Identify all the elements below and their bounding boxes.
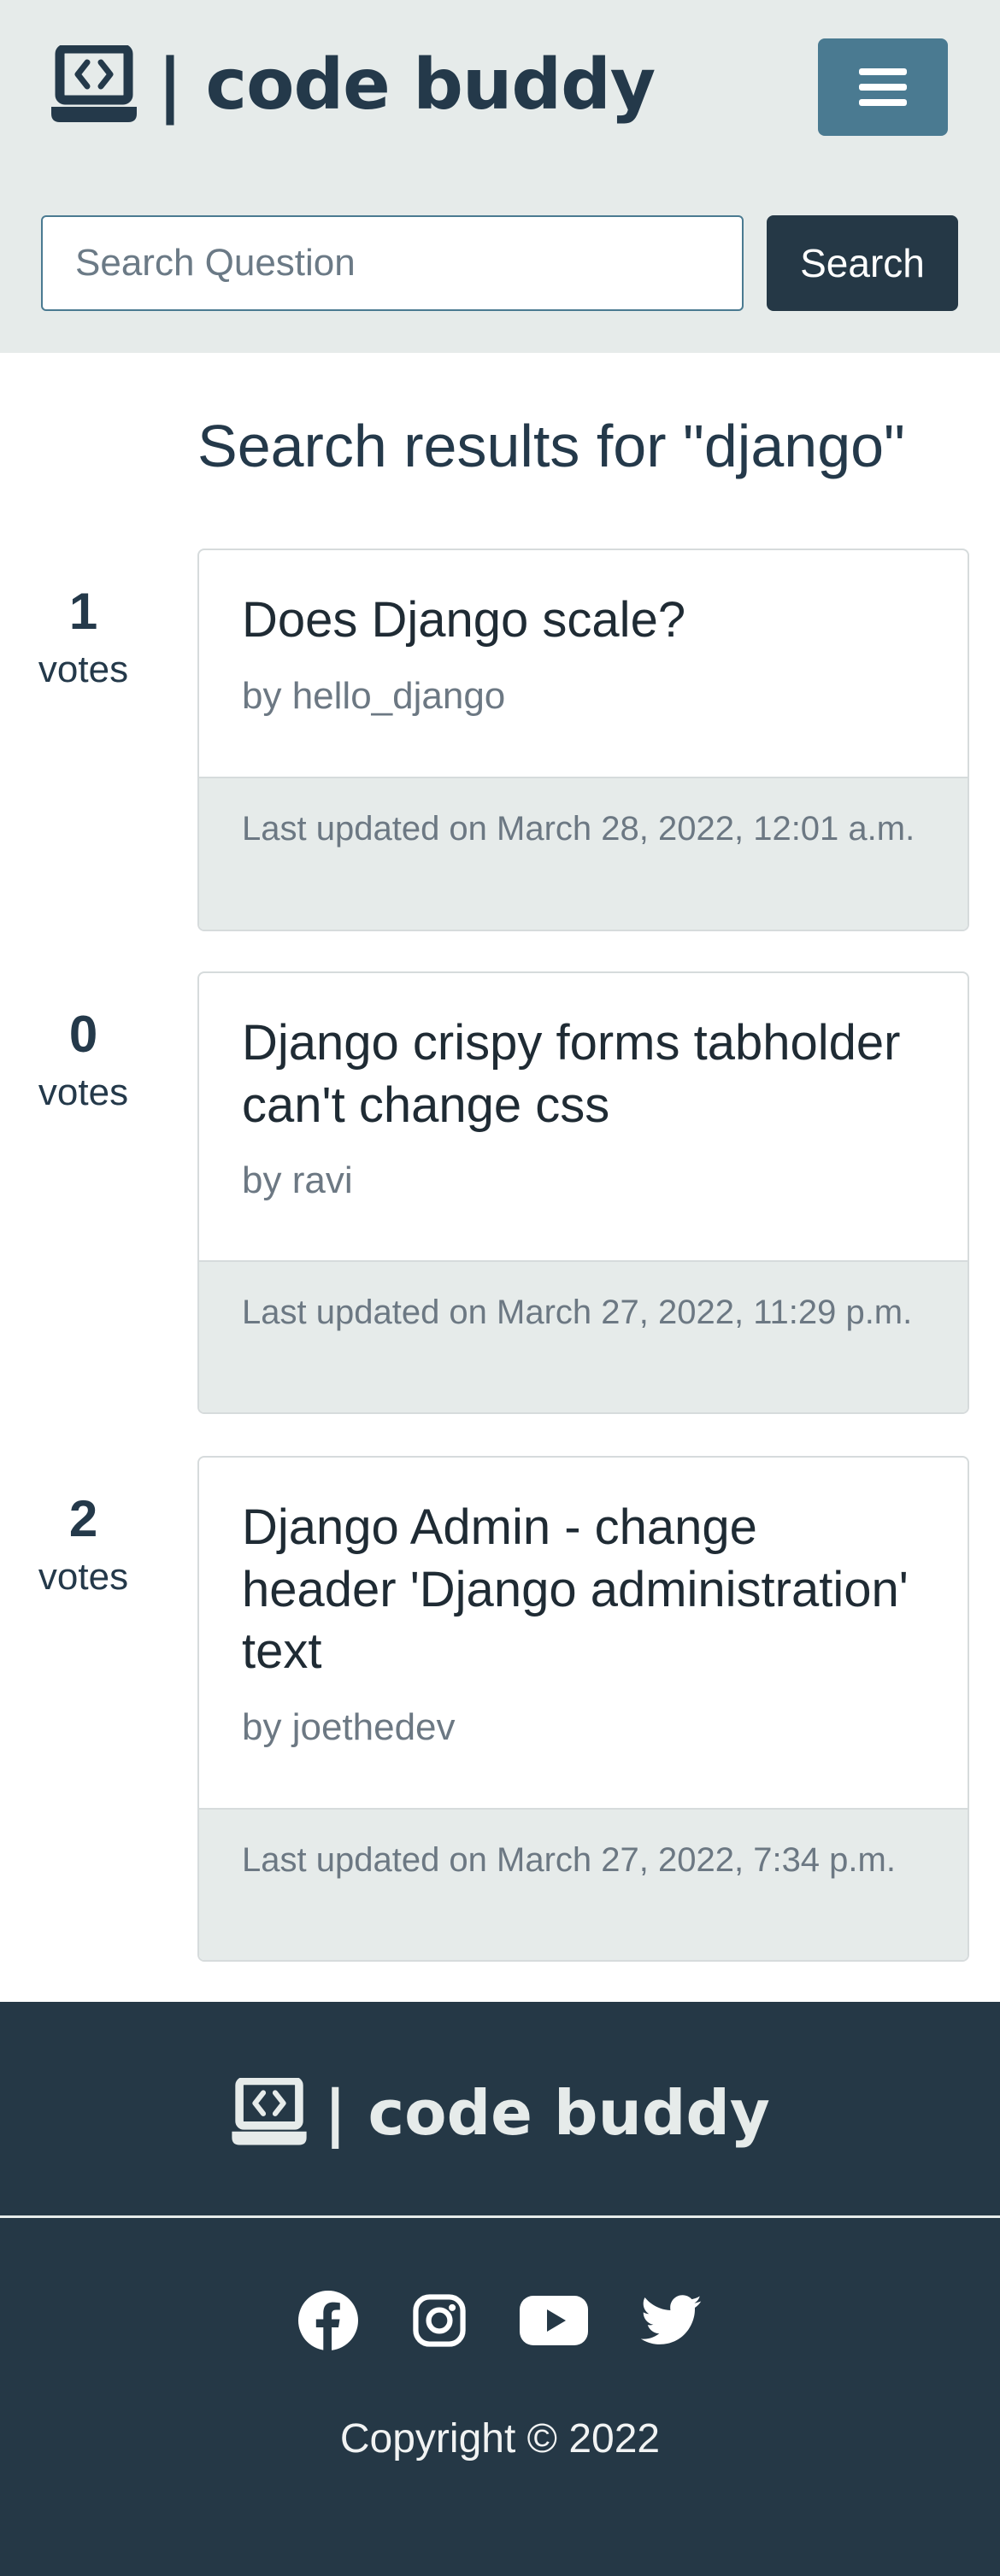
vote-label: votes <box>38 1071 129 1113</box>
question-author: by ravi <box>242 1159 353 1201</box>
page-title: Search results for "django" <box>197 413 905 479</box>
footer-divider <box>0 2215 1000 2218</box>
footer-brand-name: | code buddy <box>324 2077 770 2149</box>
site-footer: | code buddy Copyright © 2022 <box>0 2002 1000 2576</box>
vote-label: votes <box>38 1556 129 1598</box>
social-links <box>0 2288 1000 2353</box>
brand-logo-link[interactable]: | code buddy <box>50 43 656 128</box>
site-header: | code buddy Search <box>0 0 1000 353</box>
instagram-link[interactable] <box>412 2290 467 2351</box>
question-card: Django Admin - change header 'Django adm… <box>197 1456 969 1962</box>
youtube-icon <box>520 2296 588 2345</box>
question-author: by hello_django <box>242 674 506 717</box>
search-button[interactable]: Search <box>767 215 958 311</box>
last-updated: Last updated on March 27, 2022, 11:29 p.… <box>199 1260 968 1412</box>
question-title-link[interactable]: Django Admin - change header 'Django adm… <box>242 1497 925 1683</box>
vote-count: 1 votes <box>0 584 167 694</box>
facebook-icon <box>298 2291 358 2350</box>
laptop-code-icon <box>232 2078 307 2145</box>
youtube-link[interactable] <box>520 2290 588 2351</box>
last-updated: Last updated on March 27, 2022, 7:34 p.m… <box>199 1808 968 1960</box>
laptop-code-icon <box>51 45 137 122</box>
instagram-icon <box>413 2294 466 2347</box>
question-author: by joethedev <box>242 1705 456 1748</box>
vote-count: 0 votes <box>0 1006 167 1117</box>
last-updated: Last updated on March 28, 2022, 12:01 a.… <box>199 777 968 930</box>
footer-brand-logo[interactable]: | code buddy <box>0 2070 1000 2156</box>
brand-name: | code buddy <box>157 44 656 126</box>
question-card: Django crispy forms tabholder can't chan… <box>197 971 969 1414</box>
twitter-link[interactable] <box>641 2290 703 2351</box>
vote-number: 1 <box>68 583 98 640</box>
vote-number: 2 <box>68 1490 98 1547</box>
search-input[interactable] <box>41 215 744 311</box>
question-title-link[interactable]: Django crispy forms tabholder can't chan… <box>242 1012 925 1136</box>
vote-count: 2 votes <box>0 1491 167 1601</box>
copyright-text: Copyright © 2022 <box>339 2416 661 2462</box>
menu-toggle-button[interactable] <box>818 38 948 136</box>
vote-label: votes <box>38 648 129 690</box>
hamburger-menu-icon <box>859 68 907 106</box>
question-title-link[interactable]: Does Django scale? <box>242 590 925 652</box>
vote-number: 0 <box>68 1006 98 1063</box>
question-card: Does Django scale? by hello_django Last … <box>197 549 969 931</box>
twitter-icon <box>641 2295 702 2344</box>
facebook-link[interactable] <box>297 2290 359 2351</box>
